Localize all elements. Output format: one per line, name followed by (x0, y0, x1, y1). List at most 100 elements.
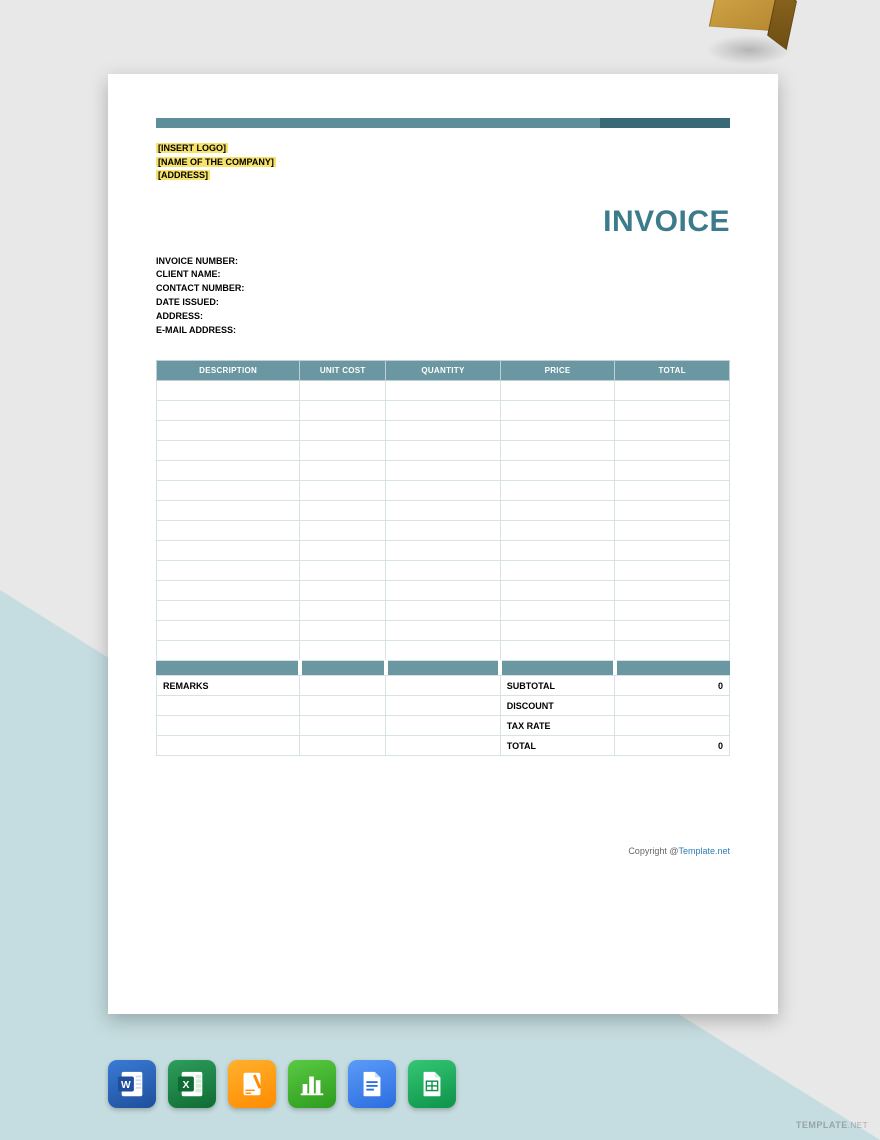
summary-label: DISCOUNT (500, 696, 615, 716)
table-cell (500, 461, 615, 481)
summary-value: 0 (615, 736, 730, 756)
summary-label: TAX RATE (500, 716, 615, 736)
summary-value (615, 696, 730, 716)
table-cell (300, 381, 386, 401)
table-cell (615, 641, 730, 661)
table-cell (500, 581, 615, 601)
summary-value: 0 (615, 676, 730, 696)
svg-text:X: X (182, 1080, 189, 1091)
table-cell (615, 421, 730, 441)
table-cell (157, 601, 300, 621)
remarks-cell (386, 716, 501, 736)
table-cell (500, 561, 615, 581)
table-cell (386, 561, 501, 581)
table-cell (157, 441, 300, 461)
table-cell (157, 501, 300, 521)
table-cell (300, 581, 386, 601)
table-cell (500, 401, 615, 421)
table-cell (300, 621, 386, 641)
remarks-cell (386, 696, 501, 716)
table-cell (300, 401, 386, 421)
table-cell (615, 441, 730, 461)
pages-icon (228, 1060, 276, 1108)
numbers-icon (288, 1060, 336, 1108)
table-row (157, 381, 730, 401)
table-cell (500, 481, 615, 501)
col-total: TOTAL (615, 361, 730, 381)
company-name-placeholder: [NAME OF THE COMPANY] (156, 157, 276, 167)
table-cell (500, 621, 615, 641)
meta-contact-number: CONTACT NUMBER: (156, 282, 730, 296)
table-cell (300, 441, 386, 461)
table-row (157, 501, 730, 521)
word-icon: W (108, 1060, 156, 1108)
table-cell (500, 601, 615, 621)
decorative-object-icon (700, 0, 790, 70)
copyright-line: Copyright @Template.net (156, 846, 730, 856)
table-cell (300, 601, 386, 621)
table-cell (386, 401, 501, 421)
table-row (157, 521, 730, 541)
google-sheets-icon (408, 1060, 456, 1108)
summary-row: TOTAL0 (157, 736, 730, 756)
meta-client-name: CLIENT NAME: (156, 268, 730, 282)
table-cell (157, 561, 300, 581)
table-cell (386, 481, 501, 501)
table-cell (157, 481, 300, 501)
remarks-cell (386, 676, 501, 696)
line-items-table: DESCRIPTION UNIT COST QUANTITY PRICE TOT… (156, 360, 730, 675)
table-row (157, 441, 730, 461)
table-cell (500, 421, 615, 441)
logo-placeholder: [INSERT LOGO] (156, 143, 228, 153)
table-cell (157, 521, 300, 541)
table-cell (157, 421, 300, 441)
table-row (157, 541, 730, 561)
summary-row: REMARKSSUBTOTAL0 (157, 676, 730, 696)
table-row (157, 401, 730, 421)
table-cell (615, 621, 730, 641)
table-cell (300, 461, 386, 481)
remarks-cell (157, 696, 300, 716)
table-cell (615, 561, 730, 581)
app-icon-row: W X (108, 1060, 456, 1108)
table-cell (157, 401, 300, 421)
remarks-cell (300, 736, 386, 756)
table-cell (386, 621, 501, 641)
copyright-prefix: Copyright @ (628, 846, 678, 856)
table-cell (300, 501, 386, 521)
summary-label: TOTAL (500, 736, 615, 756)
table-row (157, 621, 730, 641)
table-row (157, 481, 730, 501)
table-cell (615, 461, 730, 481)
excel-icon: X (168, 1060, 216, 1108)
summary-value (615, 716, 730, 736)
table-row (157, 461, 730, 481)
table-cell (157, 381, 300, 401)
company-placeholder-block: [INSERT LOGO] [NAME OF THE COMPANY] [ADD… (156, 142, 730, 183)
meta-email: E-MAIL ADDRESS: (156, 324, 730, 338)
table-cell (386, 441, 501, 461)
table-cell (386, 601, 501, 621)
table-cell (157, 461, 300, 481)
remarks-cell (157, 736, 300, 756)
remarks-cell (157, 716, 300, 736)
col-quantity: QUANTITY (386, 361, 501, 381)
table-cell (386, 641, 501, 661)
copyright-link[interactable]: Template.net (678, 846, 730, 856)
table-cell (500, 381, 615, 401)
table-cell (300, 421, 386, 441)
meta-date-issued: DATE ISSUED: (156, 296, 730, 310)
table-row (157, 601, 730, 621)
summary-row: DISCOUNT (157, 696, 730, 716)
table-cell (300, 541, 386, 561)
col-description: DESCRIPTION (157, 361, 300, 381)
table-row (157, 561, 730, 581)
remarks-cell (300, 676, 386, 696)
summary-label: SUBTOTAL (500, 676, 615, 696)
table-cell (615, 401, 730, 421)
table-cell (500, 541, 615, 561)
table-cell (300, 481, 386, 501)
table-cell (500, 641, 615, 661)
table-cell (615, 581, 730, 601)
table-cell (157, 541, 300, 561)
